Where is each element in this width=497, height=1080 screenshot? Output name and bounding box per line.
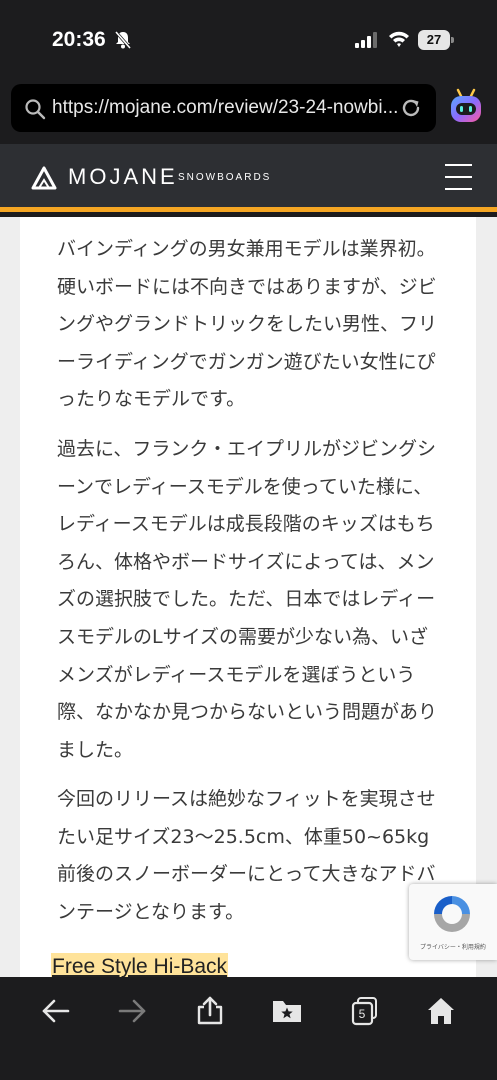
bookmark-folder-icon[interactable] xyxy=(271,995,303,1027)
recaptcha-badge[interactable]: プライバシー・利用規約 xyxy=(409,884,497,960)
article-paragraph: 今回のリリースは絶妙なフィットを実現させたい足サイズ23〜25.5cm、体重50… xyxy=(57,788,436,923)
logo-subtitle: SNOWBOARDS xyxy=(178,172,272,183)
battery-indicator: 27 xyxy=(418,30,454,50)
status-bar: 20:36 27 xyxy=(0,0,497,80)
wifi-icon xyxy=(389,31,409,47)
tabs-button[interactable]: 5 xyxy=(349,995,381,1027)
section-heading: Free Style Hi-Back xyxy=(51,953,229,977)
browser-toolbar: 5 xyxy=(0,977,497,1080)
share-icon[interactable] xyxy=(194,995,226,1027)
battery-level: 27 xyxy=(418,30,450,50)
site-header: MOJANE SNOWBOARDS xyxy=(0,144,497,212)
recaptcha-icon xyxy=(434,896,470,932)
home-icon[interactable] xyxy=(425,995,457,1027)
search-icon xyxy=(25,99,46,120)
status-time: 20:36 xyxy=(52,28,106,51)
mojane-logo-icon[interactable] xyxy=(31,166,57,190)
url-text[interactable]: https://mojane.com/review/23-24-nowbi... xyxy=(52,97,397,119)
back-arrow-icon[interactable] xyxy=(40,995,72,1027)
tabs-count: 5 xyxy=(358,1007,366,1021)
article-paragraph: バインディングの男女兼用モデルは業界初。硬いボードには不向きではありますが、ジビ… xyxy=(57,238,438,411)
forward-arrow-icon[interactable] xyxy=(116,995,148,1027)
hamburger-menu-icon[interactable] xyxy=(445,164,472,190)
cellular-signal-icon xyxy=(355,32,377,48)
battery-tip xyxy=(451,37,454,43)
recaptcha-privacy-terms[interactable]: プライバシー・利用規約 xyxy=(409,942,497,951)
assistant-bot-icon[interactable] xyxy=(448,86,484,126)
article-paragraph: 過去に、フランク・エイプリルがジビングシーンでレディースモデルを使っていた様に、… xyxy=(57,438,438,761)
reload-icon[interactable] xyxy=(400,97,422,119)
article-body: バインディングの男女兼用モデルは業界初。硬いボードには不向きではありますが、ジビ… xyxy=(20,217,476,977)
logo-text[interactable]: MOJANE xyxy=(68,164,178,190)
bell-muted-icon xyxy=(114,31,132,49)
browser-url-row: https://mojane.com/review/23-24-nowbi... xyxy=(0,80,497,144)
address-bar[interactable]: https://mojane.com/review/23-24-nowbi... xyxy=(11,84,436,132)
